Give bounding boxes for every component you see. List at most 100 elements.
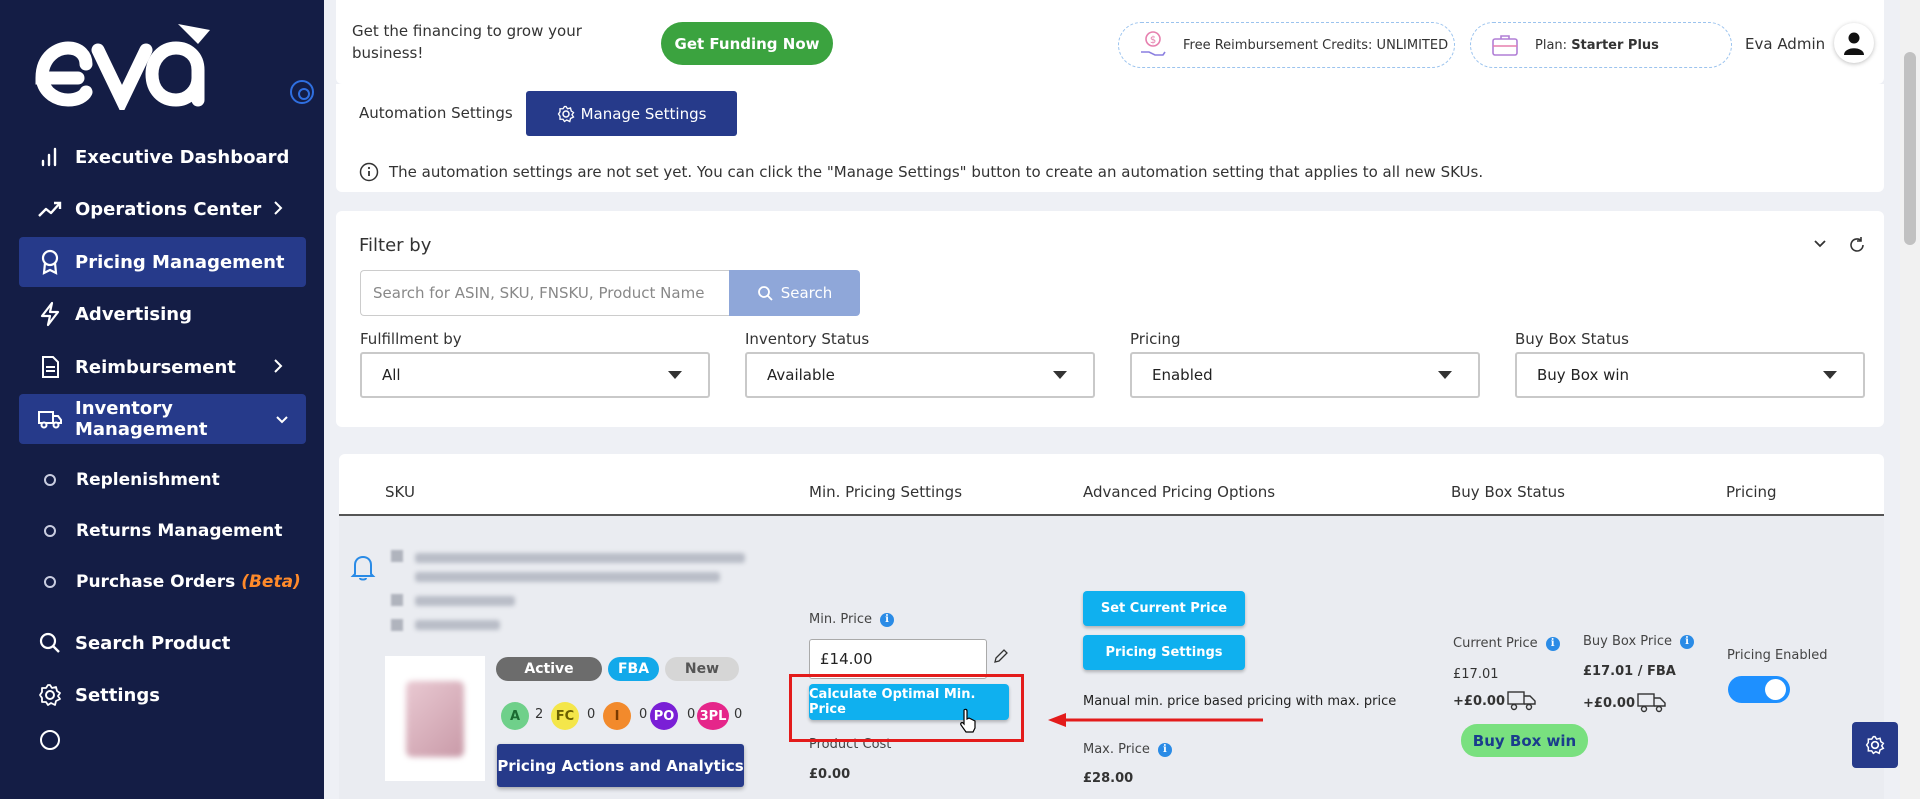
gear-icon [557, 105, 575, 122]
pricing-strategy-description: Manual min. price based pricing with max… [1083, 694, 1397, 709]
fulfillment-select[interactable]: All [360, 352, 710, 398]
pricing-select[interactable]: Enabled [1130, 352, 1480, 398]
redacted-sku [415, 596, 515, 606]
sidebar-item-label: Operations Center [75, 198, 262, 220]
automation-settings-label: Automation Settings [359, 104, 513, 122]
count-value: 0 [687, 707, 696, 722]
bullet-icon [44, 474, 56, 486]
admin-name[interactable]: Eva Admin [1745, 35, 1825, 53]
sidebar-item-executive-dashboard[interactable]: Executive Dashboard [19, 132, 306, 182]
sidebar-item-inventory-management[interactable]: Inventory Management [19, 394, 306, 444]
annotation-arrow-icon [1048, 713, 1263, 727]
info-icon[interactable]: i [1680, 634, 1694, 649]
min-price-input[interactable]: £14.00 [809, 639, 987, 679]
column-header-sku: SKU [385, 483, 415, 501]
sidebar-collapse-button[interactable] [290, 80, 314, 104]
truck-icon [1637, 693, 1666, 713]
count-value: 2 [535, 707, 544, 722]
pricing-label: Pricing [1130, 330, 1181, 348]
refresh-icon[interactable] [1848, 236, 1866, 254]
manage-settings-label: Manage Settings [580, 104, 707, 123]
max-price-label-text: Max. Price [1083, 742, 1150, 757]
hand-cursor-icon [960, 708, 976, 733]
sidebar-item-label: Reimbursement [75, 356, 236, 378]
sidebar-item-pricing-management[interactable]: Pricing Management [19, 237, 306, 287]
chevron-right-icon [274, 359, 283, 373]
search-icon [37, 630, 63, 656]
inventory-count-po: PO [650, 702, 678, 730]
status-badge-new: New [665, 657, 739, 681]
info-icon[interactable]: i [1157, 742, 1172, 757]
sidebar-item-label: Search Product [75, 632, 231, 654]
product-thumbnail[interactable] [385, 656, 485, 781]
plan-pill: Plan: Starter Plus [1470, 22, 1732, 68]
min-price-label-text: Min. Price [809, 612, 873, 627]
bullet-icon [44, 525, 56, 537]
truck-icon [37, 406, 63, 432]
eva-logo[interactable] [28, 20, 218, 110]
help-icon [37, 727, 63, 753]
caret-down-icon [1823, 371, 1837, 379]
info-icon[interactable]: i [880, 612, 895, 627]
current-price-value: £17.01 [1453, 667, 1499, 682]
sidebar-item-settings[interactable]: Settings [19, 670, 306, 720]
avatar[interactable] [1834, 23, 1874, 63]
automation-info-text: The automation settings are not set yet.… [389, 163, 1484, 181]
sidebar-subitem-returns-management[interactable]: Returns Management [44, 513, 283, 549]
search-input[interactable]: Search for ASIN, SKU, FNSKU, Product Nam… [360, 270, 730, 316]
manage-settings-button[interactable]: Manage Settings [526, 91, 737, 136]
sidebar-item-partial[interactable] [19, 725, 306, 755]
pencil-icon[interactable] [993, 648, 1009, 664]
pricing-enabled-toggle[interactable] [1728, 676, 1790, 703]
bell-icon[interactable] [350, 552, 376, 582]
scrollbar-thumb[interactable] [1904, 52, 1916, 245]
column-header-buy-box-status: Buy Box Status [1451, 483, 1565, 501]
caret-down-icon [1438, 371, 1452, 379]
briefcase-icon [1492, 35, 1518, 56]
sidebar-item-label: Settings [75, 684, 160, 706]
buy-box-status-select[interactable]: Buy Box win [1515, 352, 1865, 398]
sidebar-item-label: Inventory Management [75, 398, 208, 440]
sidebar-item-advertising[interactable]: Advertising [19, 289, 306, 339]
automation-info-message: The automation settings are not set yet.… [359, 162, 1483, 182]
chevron-down-icon[interactable] [1812, 236, 1828, 252]
redacted-asin [415, 620, 500, 630]
column-header-min-pricing: Min. Pricing Settings [809, 483, 963, 501]
search-icon [757, 286, 773, 301]
current-price-label: Current Price i [1453, 636, 1560, 651]
sidebar-subitem-replenishment[interactable]: Replenishment [44, 462, 220, 498]
redacted-title [415, 572, 720, 582]
inventory-status-select[interactable]: Available [745, 352, 1095, 398]
filter-title: Filter by [359, 235, 432, 256]
set-current-price-button[interactable]: Set Current Price [1083, 591, 1245, 626]
pricing-actions-button[interactable]: Pricing Actions and Analytics [497, 744, 744, 787]
sidebar-subitem-label: Replenishment [76, 470, 220, 490]
trend-icon [37, 196, 63, 222]
product-cost-value: £0.00 [809, 767, 851, 782]
pricing-enabled-label: Pricing Enabled [1727, 648, 1828, 663]
info-icon [359, 162, 379, 182]
buy-box-price-value: £17.01 / FBA [1583, 664, 1676, 679]
info-icon[interactable]: i [1545, 636, 1560, 651]
caret-down-icon [1053, 371, 1067, 379]
count-value: 0 [587, 707, 596, 722]
sidebar: Executive Dashboard Operations Center Pr… [0, 0, 324, 799]
bar-chart-icon [37, 144, 63, 170]
award-icon [37, 249, 63, 275]
sidebar-subitem-label: Returns Management [76, 521, 283, 541]
lightning-icon [37, 301, 63, 327]
sidebar-item-operations-center[interactable]: Operations Center [19, 184, 306, 234]
inventory-status-value: Available [767, 366, 835, 384]
settings-fab-button[interactable] [1852, 722, 1898, 768]
sidebar-item-search-product[interactable]: Search Product [19, 618, 306, 668]
sidebar-item-reimbursement[interactable]: Reimbursement [19, 342, 306, 392]
current-price-shipping: +£0.00 [1453, 694, 1506, 709]
caret-down-icon [668, 371, 682, 379]
max-price-value: £28.00 [1083, 771, 1134, 786]
sidebar-subitem-purchase-orders[interactable]: Purchase Orders (Beta) [44, 564, 301, 600]
buy-box-status-value: Buy Box win [1537, 366, 1630, 384]
current-price-label-text: Current Price [1453, 636, 1538, 651]
pricing-settings-button[interactable]: Pricing Settings [1083, 635, 1245, 670]
get-funding-button[interactable]: Get Funding Now [661, 22, 833, 65]
search-button[interactable]: Search [729, 270, 860, 316]
